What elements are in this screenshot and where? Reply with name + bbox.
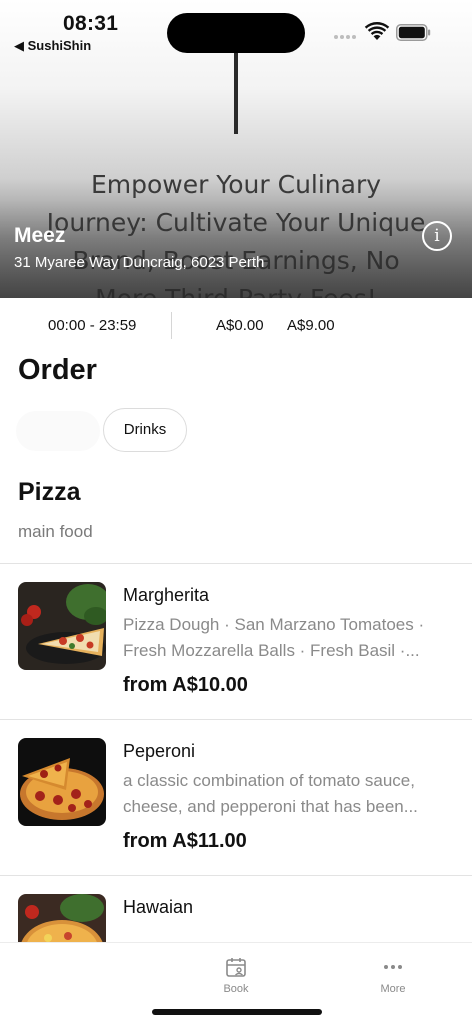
min-order-fee: A$0.00 (216, 317, 264, 334)
status-time: 08:31 (63, 12, 119, 35)
tab-label: Book (223, 983, 249, 995)
back-to-app-link[interactable]: ◀ SushiShin (14, 38, 91, 54)
item-price: from A$10.00 (123, 674, 248, 696)
section-subtitle: main food (18, 522, 93, 541)
peperoni-image (18, 738, 106, 826)
home-indicator (152, 1009, 322, 1015)
dynamic-island (167, 13, 305, 53)
menu-item-margherita[interactable]: Margherita Pizza Dough · San Marzano Tom… (0, 563, 472, 719)
menu-item-peperoni[interactable]: Peperoni a classic combination of tomato… (0, 719, 472, 875)
battery-icon (396, 24, 431, 41)
more-dots-icon (384, 965, 402, 969)
item-price: from A$11.00 (123, 830, 247, 852)
category-chip-drinks[interactable]: Drinks (103, 408, 187, 452)
item-name: Peperoni (123, 741, 196, 761)
cellular-signal-icon (334, 34, 360, 40)
store-address: 31 Myaree Way Duncraig, 6023 Perth (14, 254, 265, 271)
tab-book[interactable]: Book (206, 955, 266, 995)
item-description: a classic combination of tomato sauce, c… (123, 771, 418, 816)
delivery-fee: A$9.00 (287, 317, 335, 334)
section-title: Pizza (18, 478, 81, 506)
page-title: Order (18, 354, 97, 386)
category-chip-blank[interactable] (16, 411, 100, 451)
tab-more[interactable]: More (363, 955, 423, 995)
item-name: Margherita (123, 585, 210, 605)
store-info-row: 00:00 - 23:59 A$0.00 A$9.00 (0, 298, 472, 354)
store-name: Meez (14, 224, 66, 247)
item-name: Hawaian (123, 897, 194, 917)
tab-label: More (380, 983, 406, 995)
hero-decoration (234, 50, 238, 134)
margherita-image (18, 582, 106, 670)
opening-hours: 00:00 - 23:59 (48, 317, 137, 334)
wifi-icon (364, 22, 390, 40)
status-bar: 08:31 ◀ SushiShin (0, 0, 472, 60)
divider (171, 312, 172, 339)
hero-shade (0, 200, 472, 298)
info-icon[interactable]: i (422, 221, 452, 251)
calendar-icon (226, 958, 246, 977)
item-description: Pizza Dough · San Marzano Tomatoes · Fre… (123, 615, 425, 660)
